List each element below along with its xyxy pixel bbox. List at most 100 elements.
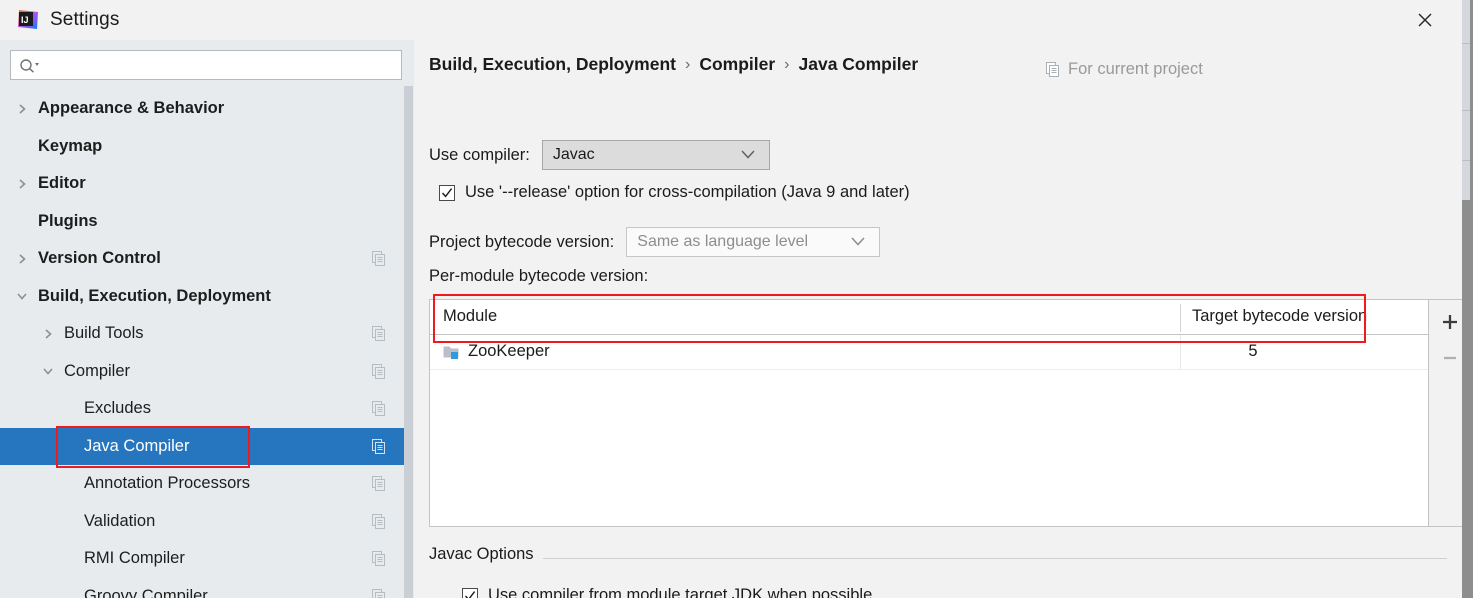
sidebar-item-label: Version Control bbox=[38, 249, 161, 268]
sidebar-item-keymap[interactable]: Keymap bbox=[0, 128, 414, 166]
sidebar-item-appearance-behavior[interactable]: Appearance & Behavior bbox=[0, 90, 414, 128]
column-header-module[interactable]: Module bbox=[443, 307, 497, 326]
sidebar-item-annotation-processors[interactable]: Annotation Processors bbox=[0, 465, 414, 503]
table-toolbar bbox=[1429, 299, 1462, 527]
sidebar-item-label: RMI Compiler bbox=[84, 549, 185, 568]
remove-module-button[interactable] bbox=[1429, 340, 1462, 376]
copy-settings-icon bbox=[1046, 62, 1060, 77]
sidebar-item-validation[interactable]: Validation bbox=[0, 503, 414, 541]
sidebar-item-java-compiler[interactable]: Java Compiler bbox=[0, 427, 414, 465]
sidebar-scrollbar-thumb[interactable] bbox=[404, 86, 413, 598]
sidebar-item-compiler[interactable]: Compiler bbox=[0, 353, 414, 391]
use-compiler-dropdown[interactable]: Javac bbox=[541, 140, 770, 170]
sidebar-item-label: Editor bbox=[38, 174, 86, 193]
project-bytecode-value: Same as language level bbox=[637, 233, 809, 250]
use-release-option-checkbox[interactable] bbox=[439, 184, 455, 201]
project-bytecode-label: Project bytecode version: bbox=[429, 232, 615, 251]
copy-settings-icon[interactable] bbox=[372, 438, 386, 454]
copy-settings-icon[interactable] bbox=[372, 251, 386, 267]
use-compiler-row: Use compiler: Javac bbox=[429, 140, 770, 170]
sidebar-item-rmi-compiler[interactable]: RMI Compiler bbox=[0, 540, 414, 578]
use-compiler-label: Use compiler: bbox=[429, 145, 530, 164]
sidebar-item-label: Compiler bbox=[64, 361, 131, 380]
settings-tree: Appearance & Behavior Keymap Editor Plugins… bbox=[0, 90, 414, 598]
copy-settings-icon[interactable] bbox=[372, 513, 386, 529]
sidebar-item-plugins[interactable]: Plugins bbox=[0, 203, 414, 241]
table-header-row: Module Target bytecode version bbox=[430, 300, 1428, 335]
settings-content-pane: Build, Execution, Deployment › Compiler … bbox=[414, 40, 1462, 598]
column-header-target-bytecode-version[interactable]: Target bytecode version bbox=[1192, 307, 1367, 326]
sidebar-item-label: Validation bbox=[84, 511, 156, 530]
sidebar-item-label: Keymap bbox=[38, 136, 103, 155]
javac-options-title: Javac Options bbox=[429, 545, 543, 564]
per-module-bytecode-label: Per-module bytecode version: bbox=[429, 267, 649, 285]
chevron-right-icon[interactable] bbox=[14, 251, 30, 267]
add-module-button[interactable] bbox=[1429, 304, 1462, 340]
copy-settings-icon[interactable] bbox=[372, 588, 386, 598]
background-strip-divider-1 bbox=[1462, 43, 1470, 44]
copy-settings-icon[interactable] bbox=[372, 476, 386, 492]
copy-settings-icon[interactable] bbox=[372, 326, 386, 342]
sidebar-item-editor[interactable]: Editor bbox=[0, 165, 414, 203]
sidebar-item-label: Build, Execution, Deployment bbox=[38, 286, 271, 305]
use-release-option-label: Use '--release' option for cross-compila… bbox=[465, 183, 910, 201]
search-input[interactable] bbox=[45, 51, 399, 81]
javac-options-divider bbox=[429, 558, 1447, 559]
for-current-project-text: For current project bbox=[1068, 60, 1203, 78]
sidebar-item-label: Java Compiler bbox=[84, 436, 190, 455]
use-module-target-jdk-label: Use compiler from module target JDK when… bbox=[488, 586, 873, 598]
sidebar-item-build-execution-deployment[interactable]: Build, Execution, Deployment bbox=[0, 278, 414, 316]
module-folder-icon bbox=[443, 344, 461, 360]
javac-option-row-use-module-jdk[interactable]: Use compiler from module target JDK when… bbox=[462, 586, 872, 598]
search-box[interactable] bbox=[10, 50, 402, 81]
chevron-right-icon[interactable] bbox=[40, 326, 56, 342]
breadcrumb-part-2[interactable]: Compiler bbox=[699, 54, 775, 75]
title-bar: IJ Settings bbox=[0, 0, 1462, 40]
sidebar-item-label: Excludes bbox=[84, 399, 151, 418]
use-release-option-row[interactable]: Use '--release' option for cross-compila… bbox=[439, 183, 910, 202]
background-strip-divider-2 bbox=[1462, 110, 1470, 111]
sidebar-item-label: Groovy Compiler bbox=[84, 586, 208, 598]
breadcrumb-separator-1: › bbox=[684, 55, 691, 73]
chevron-down-icon[interactable] bbox=[40, 363, 56, 379]
intellij-idea-logo-icon: IJ bbox=[16, 8, 40, 32]
chevron-right-icon[interactable] bbox=[14, 101, 30, 117]
sidebar-item-groovy-compiler[interactable]: Groovy Compiler bbox=[0, 578, 414, 598]
breadcrumb-separator-2: › bbox=[784, 55, 790, 73]
breadcrumb: Build, Execution, Deployment › Compiler … bbox=[429, 54, 918, 75]
sidebar-item-build-tools[interactable]: Build Tools bbox=[0, 315, 414, 353]
copy-settings-icon[interactable] bbox=[372, 551, 386, 567]
chevron-down-icon[interactable] bbox=[14, 288, 30, 304]
project-bytecode-dropdown[interactable]: Same as language level bbox=[626, 227, 881, 257]
background-window-strip bbox=[1462, 0, 1470, 200]
use-module-target-jdk-checkbox[interactable] bbox=[462, 587, 478, 598]
settings-window: IJ Settings Appearance & Behavior Keymap E… bbox=[0, 0, 1462, 598]
module-name: ZooKeeper bbox=[468, 342, 550, 360]
breadcrumb-part-3: Java Compiler bbox=[798, 54, 919, 74]
sidebar-item-label: Build Tools bbox=[64, 324, 144, 343]
window-title: Settings bbox=[50, 9, 120, 30]
sidebar-item-label: Annotation Processors bbox=[84, 474, 251, 493]
for-current-project-label[interactable]: For current project bbox=[1046, 60, 1203, 79]
copy-settings-icon[interactable] bbox=[372, 401, 386, 417]
sidebar-item-excludes[interactable]: Excludes bbox=[0, 390, 414, 428]
close-icon[interactable] bbox=[1402, 4, 1448, 36]
chevron-down-icon bbox=[741, 146, 755, 164]
project-bytecode-row: Project bytecode version: Same as langua… bbox=[429, 227, 881, 257]
sidebar-item-label: Appearance & Behavior bbox=[38, 99, 225, 118]
search-icon bbox=[19, 57, 41, 75]
settings-sidebar: Appearance & Behavior Keymap Editor Plugins… bbox=[0, 40, 414, 598]
use-compiler-value: Javac bbox=[552, 146, 595, 163]
table-row[interactable]: ZooKeeper 5 bbox=[430, 335, 1428, 370]
sidebar-item-version-control[interactable]: Version Control bbox=[0, 240, 414, 278]
column-divider[interactable] bbox=[1180, 304, 1181, 332]
sidebar-item-label: Plugins bbox=[38, 211, 98, 230]
per-module-bytecode-table: Module Target bytecode version ZooKeeper… bbox=[429, 299, 1429, 527]
background-strip-divider-3 bbox=[1462, 160, 1470, 161]
chevron-right-icon[interactable] bbox=[14, 176, 30, 192]
chevron-down-icon bbox=[851, 233, 865, 251]
row-cell-divider bbox=[1180, 335, 1181, 369]
breadcrumb-part-1[interactable]: Build, Execution, Deployment bbox=[429, 54, 676, 75]
copy-settings-icon[interactable] bbox=[372, 363, 386, 379]
target-bytecode-version-value[interactable]: 5 bbox=[1192, 342, 1314, 361]
